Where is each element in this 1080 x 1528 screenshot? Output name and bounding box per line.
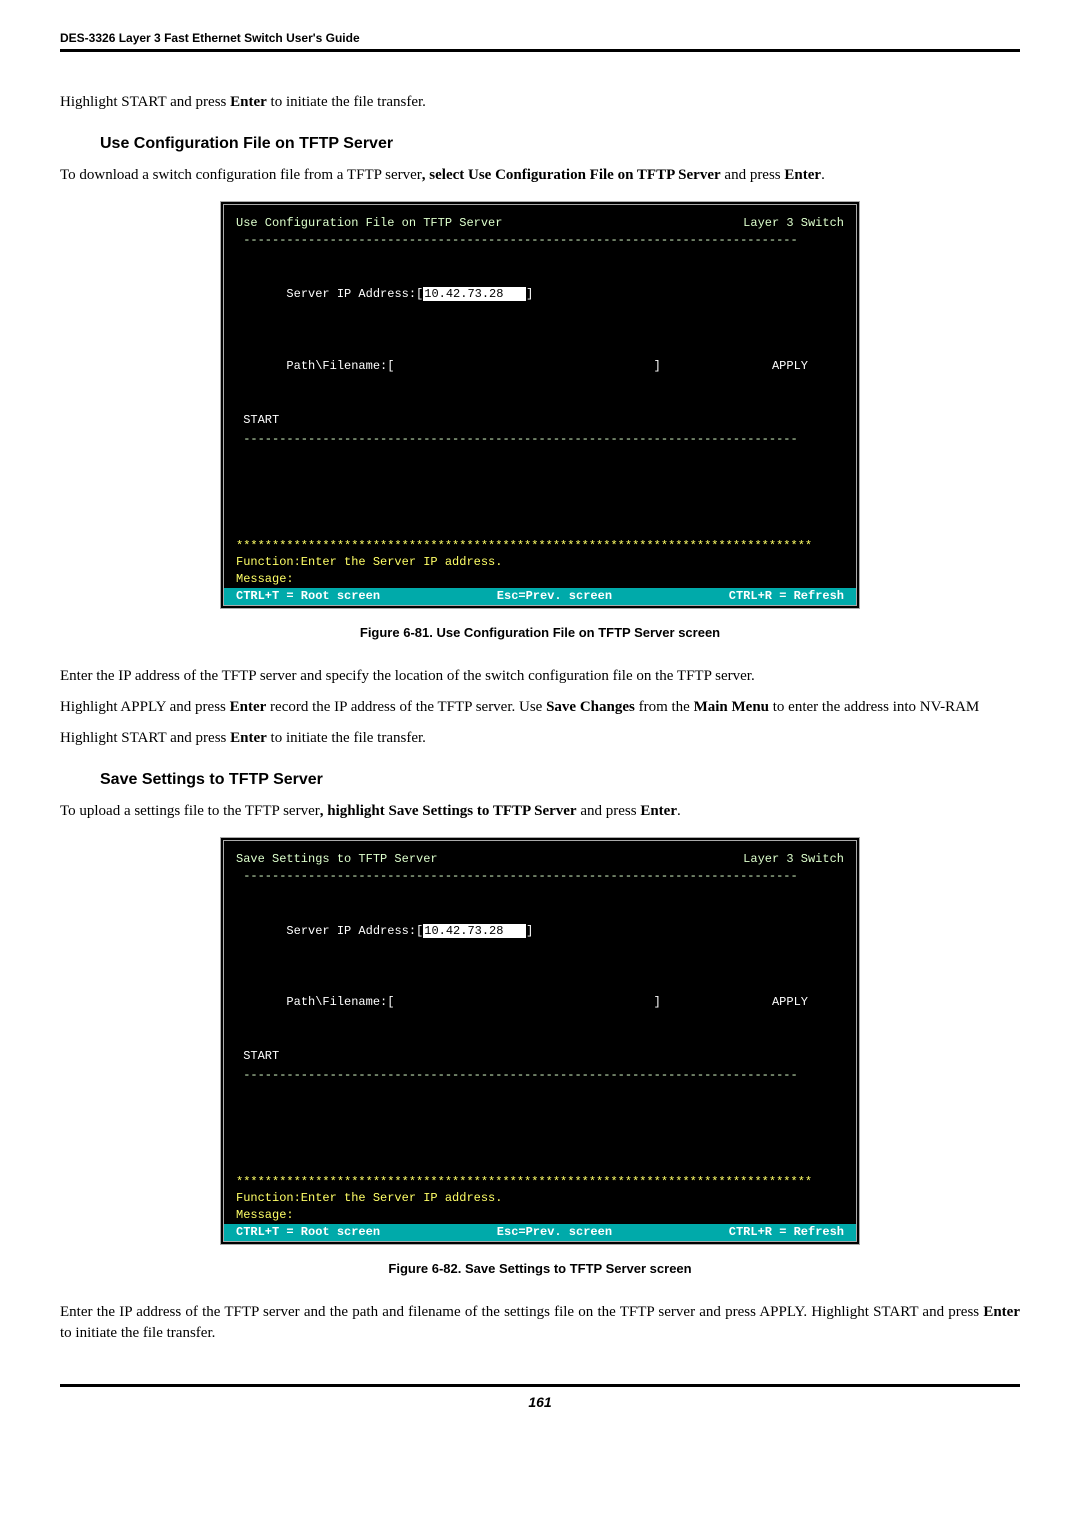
bold-enter: Enter: [230, 730, 267, 746]
terminal-message-line: Message:: [236, 571, 844, 588]
bold-enter: Enter: [640, 803, 677, 819]
server-ip-input[interactable]: 10.42.73.28: [423, 287, 526, 301]
start-button[interactable]: START: [236, 412, 844, 429]
subhead-use-config: Use Configuration File on TFTP Server: [100, 133, 1020, 155]
text: to initiate the file transfer.: [267, 94, 426, 110]
path-filename-input[interactable]: Path\Filename:[ ]: [279, 995, 661, 1009]
path-filename-input[interactable]: Path\Filename:[ ]: [279, 359, 661, 373]
start-button[interactable]: START: [236, 1048, 844, 1065]
paragraph-upload-settings: To upload a settings file to the TFTP se…: [60, 801, 1020, 822]
footer-refresh: CTRL+R = Refresh: [729, 1224, 844, 1241]
terminal-divider: ----------------------------------------…: [236, 1067, 844, 1084]
blank-row: [236, 322, 844, 339]
page-number: 161: [60, 1384, 1020, 1413]
bold-enter: Enter: [784, 167, 821, 183]
footer-refresh: CTRL+R = Refresh: [729, 588, 844, 605]
paragraph-start-enter-1: Highlight START and press Enter to initi…: [60, 92, 1020, 113]
terminal-save-settings: Save Settings to TFTP Server Layer 3 Swi…: [220, 837, 860, 1245]
blank-row: [236, 958, 844, 975]
paragraph-apply-save: Highlight APPLY and press Enter record t…: [60, 697, 1020, 718]
text: .: [821, 167, 825, 183]
terminal-function-line: Function:Enter the Server IP address.: [236, 554, 844, 571]
terminal-use-config: Use Configuration File on TFTP Server La…: [220, 201, 860, 609]
apply-button[interactable]: APPLY: [772, 994, 844, 1011]
blank-row: [236, 251, 844, 268]
terminal-divider: ----------------------------------------…: [236, 232, 844, 249]
bracket-close: ]: [526, 287, 533, 301]
text: Enter the IP address of the TFTP server …: [60, 1304, 983, 1320]
bold-comma: , select: [422, 167, 468, 183]
server-ip-label: Server IP Address:[: [279, 924, 423, 938]
bold-option: Use Configuration File on TFTP Server: [468, 167, 721, 183]
bold-save-changes: Save Changes: [546, 699, 635, 715]
text: to initiate the file transfer.: [267, 730, 426, 746]
footer-prev-screen: Esc=Prev. screen: [497, 588, 612, 605]
blank-area: [236, 448, 844, 538]
terminal-layer-label: Layer 3 Switch: [743, 215, 844, 232]
terminal-divider: ----------------------------------------…: [236, 431, 844, 448]
paragraph-enter-ip-path: Enter the IP address of the TFTP server …: [60, 1302, 1020, 1344]
terminal-title: Save Settings to TFTP Server: [236, 851, 438, 868]
figure-caption-1: Figure 6-81. Use Configuration File on T…: [60, 624, 1020, 642]
server-ip-label: Server IP Address:[: [279, 287, 423, 301]
apply-button[interactable]: APPLY: [772, 358, 844, 375]
text: and press: [721, 167, 785, 183]
text: To download a switch configuration file …: [60, 167, 422, 183]
subhead-save-settings: Save Settings to TFTP Server: [100, 769, 1020, 791]
bold-option: Save Settings to TFTP Server: [389, 803, 577, 819]
bold-enter: Enter: [230, 94, 267, 110]
footer-root-screen: CTRL+T = Root screen: [236, 588, 380, 605]
server-ip-input[interactable]: 10.42.73.28: [423, 924, 526, 938]
terminal-layer-label: Layer 3 Switch: [743, 851, 844, 868]
text: .: [677, 803, 681, 819]
text: Highlight APPLY and press: [60, 699, 230, 715]
blank-area: [236, 1084, 844, 1174]
text: To upload a settings file to the TFTP se…: [60, 803, 320, 819]
footer-prev-screen: Esc=Prev. screen: [497, 1224, 612, 1241]
paragraph-start-enter-2: Highlight START and press Enter to initi…: [60, 728, 1020, 749]
terminal-title: Use Configuration File on TFTP Server: [236, 215, 502, 232]
blank-row: [236, 887, 844, 904]
bold-enter: Enter: [983, 1304, 1020, 1320]
text: Highlight START and press: [60, 94, 230, 110]
terminal-stars: ****************************************…: [236, 1174, 844, 1191]
text: to initiate the file transfer.: [60, 1325, 215, 1341]
blank-row: [236, 393, 844, 410]
bold-enter: Enter: [230, 699, 267, 715]
doc-header: DES-3326 Layer 3 Fast Ethernet Switch Us…: [60, 30, 1020, 52]
terminal-function-line: Function:Enter the Server IP address.: [236, 1190, 844, 1207]
text: from the: [635, 699, 694, 715]
text: and press: [577, 803, 641, 819]
terminal-footer: CTRL+T = Root screen Esc=Prev. screen CT…: [224, 1224, 856, 1241]
bold-comma: , highlight: [320, 803, 389, 819]
footer-root-screen: CTRL+T = Root screen: [236, 1224, 380, 1241]
terminal-stars: ****************************************…: [236, 538, 844, 555]
text: Highlight START and press: [60, 730, 230, 746]
bracket-close: ]: [526, 924, 533, 938]
text: to enter the address into NV-RAM: [769, 699, 979, 715]
figure-caption-2: Figure 6-82. Save Settings to TFTP Serve…: [60, 1260, 1020, 1278]
terminal-footer: CTRL+T = Root screen Esc=Prev. screen CT…: [224, 588, 856, 605]
terminal-divider: ----------------------------------------…: [236, 868, 844, 885]
blank-row: [236, 1029, 844, 1046]
bold-main-menu: Main Menu: [694, 699, 769, 715]
text: record the IP address of the TFTP server…: [266, 699, 546, 715]
paragraph-enter-ip: Enter the IP address of the TFTP server …: [60, 666, 1020, 687]
terminal-message-line: Message:: [236, 1207, 844, 1224]
paragraph-download-config: To download a switch configuration file …: [60, 165, 1020, 186]
